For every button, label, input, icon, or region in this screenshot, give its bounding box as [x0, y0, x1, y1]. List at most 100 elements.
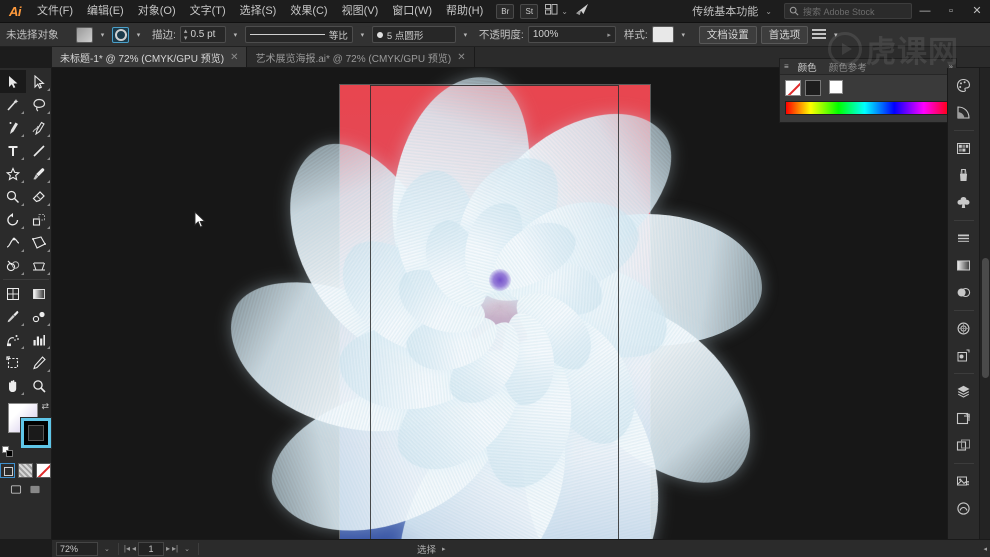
artboard-tool[interactable]	[0, 351, 26, 374]
menu-effect[interactable]: 效果(C)	[283, 0, 334, 23]
window-close-button[interactable]: ✕	[964, 0, 990, 23]
menu-select[interactable]: 选择(S)	[233, 0, 284, 23]
white-color-swatch[interactable]	[829, 80, 843, 94]
lasso-tool[interactable]	[26, 93, 52, 116]
swap-fill-stroke-icon[interactable]: ⇄	[41, 401, 49, 412]
brush-dropdown-icon[interactable]: ▾	[460, 27, 471, 43]
transparency-panel-icon[interactable]	[951, 279, 977, 305]
stroke-color-indicator[interactable]	[20, 417, 52, 449]
style-dropdown-icon[interactable]: ▾	[678, 27, 689, 43]
document-canvas[interactable]	[52, 68, 947, 539]
tab-color[interactable]: 颜色	[795, 60, 820, 74]
graphic-styles-panel-icon[interactable]	[951, 342, 977, 368]
links-panel-icon[interactable]	[951, 468, 977, 494]
stock-search-input[interactable]: 搜索 Adobe Stock	[784, 3, 912, 19]
stroke-weight-input[interactable]: ▴ ▾ 0.5 pt	[179, 26, 226, 43]
line-segment-tool[interactable]	[26, 139, 52, 162]
shaper-tool[interactable]	[0, 185, 26, 208]
window-maximize-button[interactable]: ▫	[938, 0, 964, 23]
eyedropper-tool[interactable]	[0, 305, 26, 328]
default-fill-stroke-icon[interactable]	[2, 446, 13, 457]
stock-button[interactable]: St	[520, 3, 539, 19]
zoom-level-input[interactable]: 72%	[56, 541, 98, 556]
menu-object[interactable]: 对象(O)	[131, 0, 183, 23]
panel-menu-icon[interactable]: ≡	[784, 62, 789, 71]
document-tab-poster[interactable]: 艺术展览海报.ai* @ 72% (CMYK/GPU 预览) ✕	[247, 47, 475, 67]
previous-artboard-button[interactable]: ◂	[132, 544, 136, 553]
gradient-tool[interactable]	[26, 282, 52, 305]
color-panel[interactable]: ≡ 颜色 颜色参考 »	[779, 58, 957, 123]
brushes-panel-icon[interactable]	[951, 162, 977, 188]
gradient-panel-icon[interactable]	[951, 252, 977, 278]
stroke-weight-stepper[interactable]: ▴ ▾	[184, 28, 188, 42]
asset-export-panel-icon[interactable]	[951, 432, 977, 458]
hand-tool[interactable]	[0, 374, 26, 397]
scale-tool[interactable]	[26, 208, 52, 231]
menu-help[interactable]: 帮助(H)	[439, 0, 490, 23]
opacity-input[interactable]: 100% ▸	[527, 26, 616, 43]
artboard-1[interactable]	[339, 84, 651, 539]
align-dropdown-icon[interactable]: ▾	[830, 27, 841, 43]
canvas-vertical-scrollbar[interactable]	[979, 68, 990, 539]
workspace-switcher[interactable]: 传统基本功能	[688, 3, 762, 19]
menu-view[interactable]: 视图(V)	[335, 0, 386, 23]
preferences-button[interactable]: 首选项	[760, 25, 809, 44]
shape-builder-tool[interactable]	[0, 254, 26, 277]
stroke-color-swatch[interactable]	[805, 80, 821, 96]
menu-edit[interactable]: 编辑(E)	[80, 0, 131, 23]
curvature-tool[interactable]	[26, 116, 52, 139]
perspective-grid-tool[interactable]	[26, 254, 52, 277]
resize-handle[interactable]: ◂	[980, 545, 990, 553]
gradient-mode-button[interactable]	[18, 463, 33, 478]
zoom-tool[interactable]	[26, 374, 52, 397]
arrange-caret-icon[interactable]: ⌄	[561, 7, 568, 16]
full-screen-mode-icon[interactable]	[28, 484, 42, 497]
stroke-dropdown-icon[interactable]: ▾	[133, 27, 144, 43]
color-spectrum-ramp[interactable]	[785, 101, 951, 115]
close-icon[interactable]: ✕	[230, 52, 238, 63]
graphic-style-swatch[interactable]	[651, 26, 674, 43]
menu-file[interactable]: 文件(F)	[30, 0, 80, 23]
type-tool[interactable]	[0, 139, 26, 162]
stroke-profile-dropdown-icon[interactable]: ▾	[357, 27, 368, 43]
bridge-button[interactable]: Br	[496, 3, 515, 19]
artboard-number-input[interactable]: 1	[137, 541, 164, 556]
none-color-swatch[interactable]	[785, 80, 801, 96]
artboards-panel-icon[interactable]	[951, 405, 977, 431]
zoom-dropdown-icon[interactable]: ⌄	[101, 545, 113, 553]
scrollbar-thumb[interactable]	[982, 258, 989, 378]
magic-wand-tool[interactable]	[0, 93, 26, 116]
close-icon[interactable]: ✕	[457, 52, 465, 63]
layers-panel-icon[interactable]	[951, 378, 977, 404]
discover-rocket-icon[interactable]	[575, 3, 590, 19]
stroke-weight-dropdown-icon[interactable]: ▾	[230, 27, 241, 43]
tab-color-guide[interactable]: 颜色参考	[826, 60, 870, 74]
symbols-panel-icon[interactable]	[951, 189, 977, 215]
artboard-dropdown-icon[interactable]: ⌄	[181, 545, 193, 553]
opacity-slider-icon[interactable]: ▸	[607, 31, 611, 39]
pen-tool[interactable]	[0, 116, 26, 139]
brush-definition-select[interactable]: 5 点圆形	[371, 26, 456, 43]
menu-type[interactable]: 文字(T)	[183, 0, 233, 23]
libraries-panel-icon[interactable]	[951, 495, 977, 521]
stroke-swatch[interactable]	[112, 26, 129, 43]
column-graph-tool[interactable]	[26, 328, 52, 351]
width-tool[interactable]	[0, 231, 26, 254]
shape-tool[interactable]	[0, 162, 26, 185]
symbol-sprayer-tool[interactable]	[0, 328, 26, 351]
rotate-tool[interactable]	[0, 208, 26, 231]
none-mode-button[interactable]	[36, 463, 51, 478]
swatches-panel-icon[interactable]	[951, 135, 977, 161]
eraser-tool[interactable]	[26, 185, 52, 208]
status-dropdown-icon[interactable]: ▸	[439, 545, 449, 553]
appearance-panel-icon[interactable]	[951, 315, 977, 341]
stroke-profile-select[interactable]: 等比	[244, 26, 353, 43]
stroke-panel-icon[interactable]	[951, 225, 977, 251]
arrange-documents-icon[interactable]	[545, 3, 558, 18]
fill-swatch[interactable]	[76, 26, 93, 43]
selection-tool[interactable]	[0, 70, 26, 93]
color-guide-panel-icon[interactable]	[951, 99, 977, 125]
free-transform-tool[interactable]	[26, 231, 52, 254]
align-icon[interactable]	[812, 28, 827, 41]
fill-dropdown-icon[interactable]: ▾	[97, 27, 108, 43]
